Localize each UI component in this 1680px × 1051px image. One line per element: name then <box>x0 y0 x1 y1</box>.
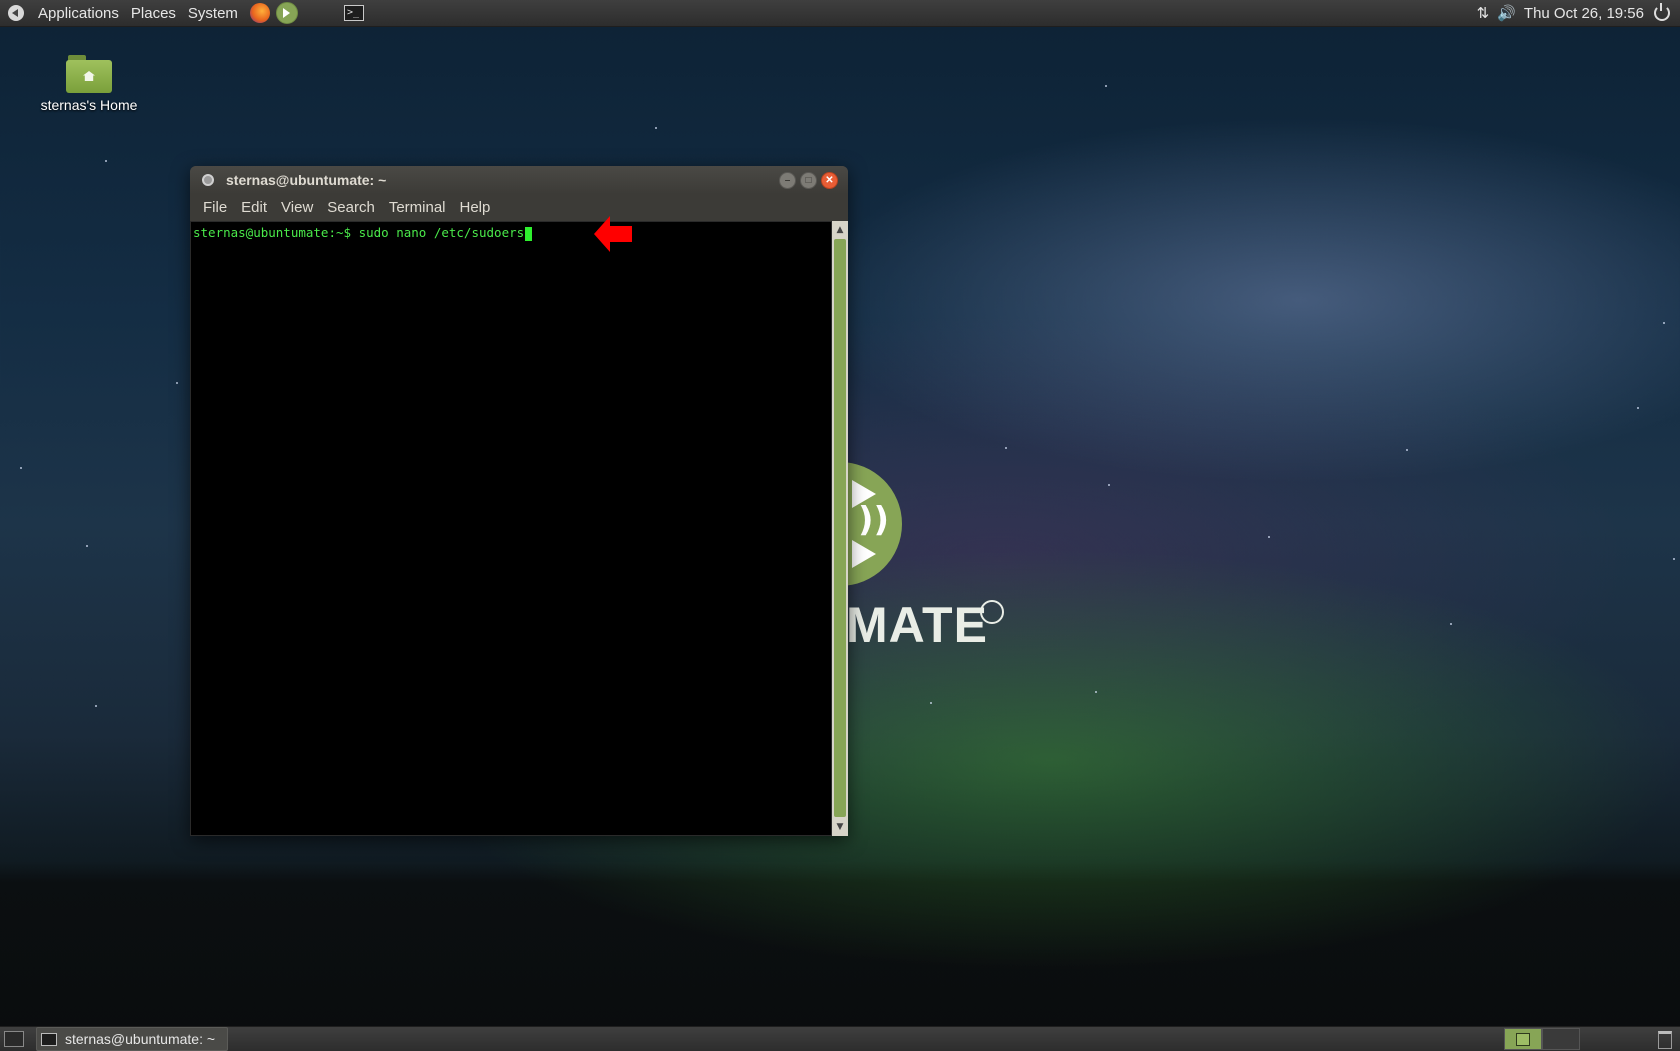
shell-prompt: sternas@ubuntumate:~$ <box>193 225 359 240</box>
show-desktop-button[interactable] <box>4 1031 24 1047</box>
mate-welcome-icon[interactable] <box>275 2 298 24</box>
menu-search[interactable]: Search <box>320 199 382 216</box>
maximize-button[interactable]: □ <box>800 171 817 189</box>
terminal-titlebar[interactable]: sternas@ubuntumate: ~ – □ ✕ <box>190 166 848 194</box>
terminal-menubar: File Edit View Search Terminal Help <box>190 194 848 220</box>
scroll-up-arrow-icon[interactable]: ▲ <box>834 223 846 237</box>
network-icon[interactable]: ⇅ <box>1477 4 1490 22</box>
trash-icon[interactable] <box>1658 1031 1672 1049</box>
home-folder-icon <box>66 55 112 93</box>
mate-menu-icon[interactable] <box>8 5 24 21</box>
red-annotation-arrow-icon <box>594 216 632 252</box>
top-panel: Applications Places System >_ ⇅ 🔊 Thu Oc… <box>0 0 1680 27</box>
applications-menu[interactable]: Applications <box>32 5 125 22</box>
mate-registered-icon <box>980 600 1004 624</box>
menu-terminal[interactable]: Terminal <box>382 199 453 216</box>
text-cursor <box>525 226 533 241</box>
terminal-window: sternas@ubuntumate: ~ – □ ✕ File Edit Vi… <box>190 166 848 836</box>
logo-triangle <box>852 540 876 568</box>
scroll-down-arrow-icon[interactable]: ▼ <box>834 820 846 834</box>
workspace-2[interactable] <box>1542 1028 1580 1050</box>
places-menu[interactable]: Places <box>125 5 182 22</box>
terminal-icon[interactable]: >_ <box>343 5 364 21</box>
firefox-icon[interactable] <box>249 3 270 23</box>
home-folder-label: sternas's Home <box>40 97 138 113</box>
terminal-output-area[interactable]: sternas@ubuntumate:~$ sudo nano /etc/sud… <box>190 221 832 836</box>
terminal-scrollbar[interactable]: ▲ ▼ <box>832 221 848 836</box>
menu-file[interactable]: File <box>196 199 234 216</box>
scroll-thumb[interactable] <box>834 239 846 817</box>
workspace-1[interactable] <box>1504 1028 1542 1050</box>
menu-edit[interactable]: Edit <box>234 199 274 216</box>
menu-help[interactable]: Help <box>453 199 498 216</box>
workspace-switcher <box>1504 1028 1580 1050</box>
window-title: sternas@ubuntumate: ~ <box>226 172 387 188</box>
bottom-panel: sternas@ubuntumate: ~ <box>0 1026 1680 1051</box>
taskbar-terminal-label: sternas@ubuntumate: ~ <box>65 1031 216 1047</box>
minimize-button[interactable]: – <box>779 171 796 189</box>
logo-arcs: )) <box>858 500 890 540</box>
mate-wordmark: MATE <box>846 597 988 653</box>
clock[interactable]: Thu Oct 26, 19:56 <box>1524 5 1644 22</box>
taskbar-terminal-button[interactable]: sternas@ubuntumate: ~ <box>36 1027 229 1051</box>
power-icon[interactable] <box>1654 3 1670 21</box>
window-menu-icon[interactable] <box>202 174 214 186</box>
desktop-home-folder[interactable]: sternas's Home <box>30 55 148 113</box>
menu-view[interactable]: View <box>274 199 320 216</box>
typed-command: sudo nano /etc/sudoers <box>358 225 525 240</box>
system-menu[interactable]: System <box>182 5 244 22</box>
close-button[interactable]: ✕ <box>821 171 838 189</box>
terminal-task-icon <box>41 1032 57 1046</box>
command-line: sternas@ubuntumate:~$ sudo nano /etc/sud… <box>193 225 533 241</box>
volume-icon[interactable]: 🔊 <box>1497 4 1516 22</box>
